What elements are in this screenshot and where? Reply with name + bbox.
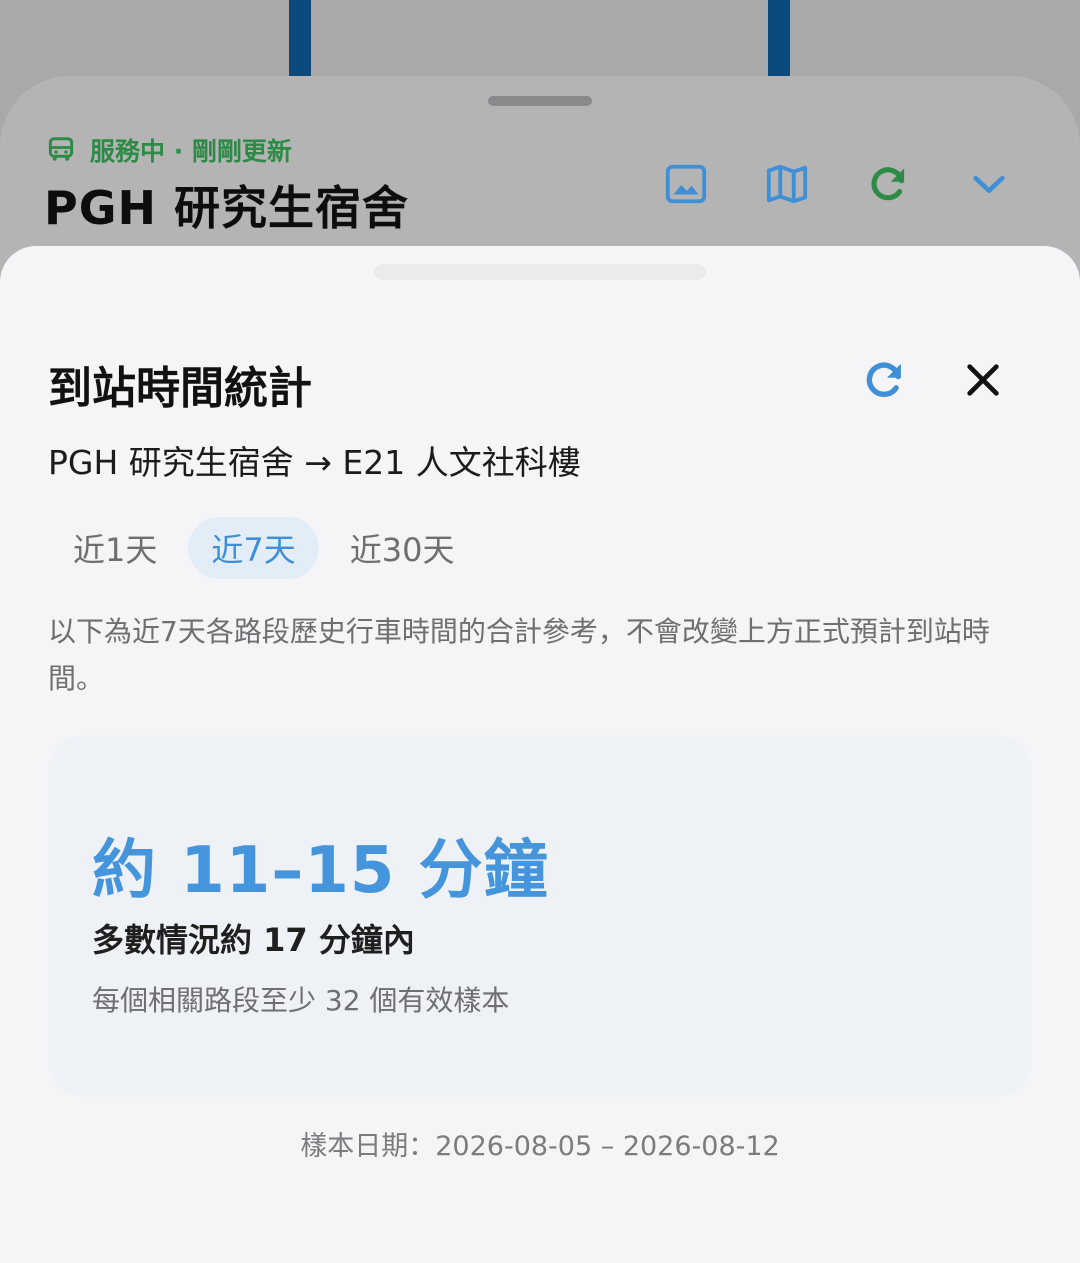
result-card: 約 11–15 分鐘 多數情況約 17 分鐘內 每個相關路段至少 32 個有效樣… <box>48 735 1032 1097</box>
tab-1-day[interactable]: 近1天 <box>50 517 180 579</box>
station-sheet-grabber[interactable] <box>488 96 592 106</box>
station-title: PGH 研究生宿舍 <box>44 181 409 235</box>
sample-count: 每個相關路段至少 32 個有效樣本 <box>92 984 510 1017</box>
close-button[interactable] <box>955 352 1011 408</box>
photo-button[interactable] <box>660 158 712 210</box>
travel-time-range: 約 11–15 分鐘 <box>92 834 549 908</box>
sample-date-range: 樣本日期：2026-08-05 – 2026-08-12 <box>300 1131 780 1162</box>
stats-note: 以下為近7天各路段歷史行車時間的合計參考，不會改變上方正式預計到站時間。 <box>48 615 990 695</box>
stats-title: 到站時間統計 <box>48 363 312 414</box>
refresh-icon <box>866 362 901 397</box>
stats-refresh-button[interactable] <box>856 352 912 408</box>
map-route-line <box>768 0 790 76</box>
stats-sheet-grabber[interactable] <box>374 264 706 280</box>
service-status-text: 服務中 · 剛剛更新 <box>90 137 292 166</box>
chevron-down-icon <box>973 175 1005 193</box>
tab-7-days[interactable]: 近7天 <box>188 517 319 579</box>
period-tabs: 近1天 近7天 近30天 <box>50 517 477 579</box>
refresh-icon <box>871 167 905 201</box>
tab-30-days[interactable]: 近30天 <box>327 517 478 579</box>
close-icon <box>967 364 999 396</box>
route-label: PGH 研究生宿舍 → E21 人文社科樓 <box>48 443 581 482</box>
arrival-stats-sheet: 到站時間統計 PGH 研究生宿舍 → E21 人文社科樓 近1天 近7天 近30… <box>0 246 1080 1263</box>
typical-time: 多數情況約 17 分鐘內 <box>92 921 415 959</box>
map-route-line <box>289 0 311 76</box>
map-button[interactable] <box>761 158 813 210</box>
station-refresh-button[interactable] <box>862 158 914 210</box>
image-icon <box>665 164 707 204</box>
screen: 服務中 · 剛剛更新 PGH 研究生宿舍 到站時間統計 PGH 研究生宿舍 → … <box>0 0 1080 1263</box>
service-status: 服務中 · 剛剛更新 <box>46 132 292 168</box>
bus-icon <box>46 135 76 165</box>
map-icon <box>766 164 808 204</box>
collapse-button[interactable] <box>963 158 1015 210</box>
station-actions <box>660 158 1015 210</box>
